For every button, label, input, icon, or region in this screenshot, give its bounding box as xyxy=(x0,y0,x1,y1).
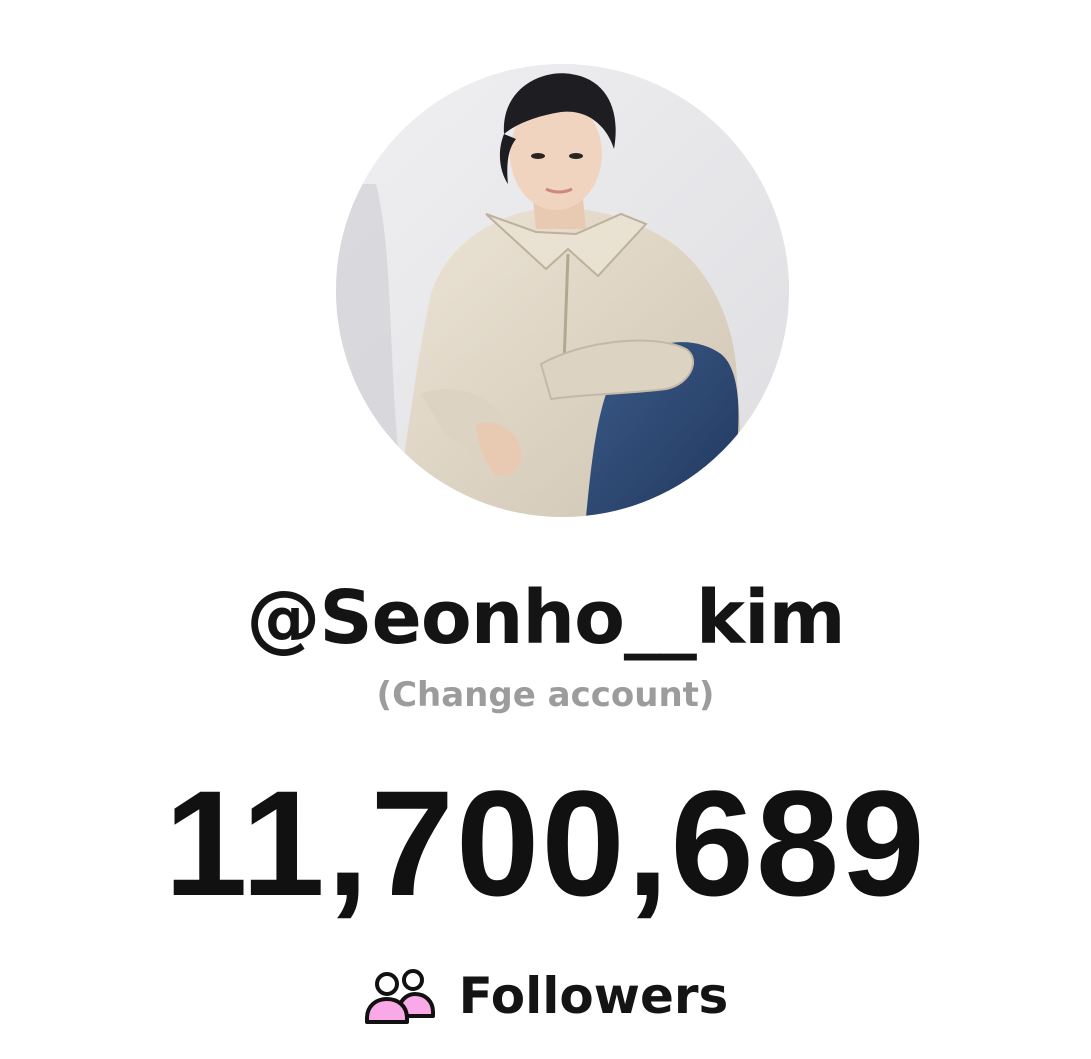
change-account-link[interactable]: (Change account) xyxy=(0,672,1091,718)
username: @Seonho__kim xyxy=(246,575,845,661)
followers-label: Followers xyxy=(458,967,729,1025)
followers-count: 11,700,689 xyxy=(164,759,927,927)
avatar-photo xyxy=(336,64,789,517)
profile-screen: @Seonho__kim (Change account) 11,700,689… xyxy=(0,0,1091,1059)
avatar[interactable] xyxy=(336,64,789,517)
users-icon xyxy=(364,969,435,1024)
followers-row: Followers xyxy=(0,960,1091,1032)
